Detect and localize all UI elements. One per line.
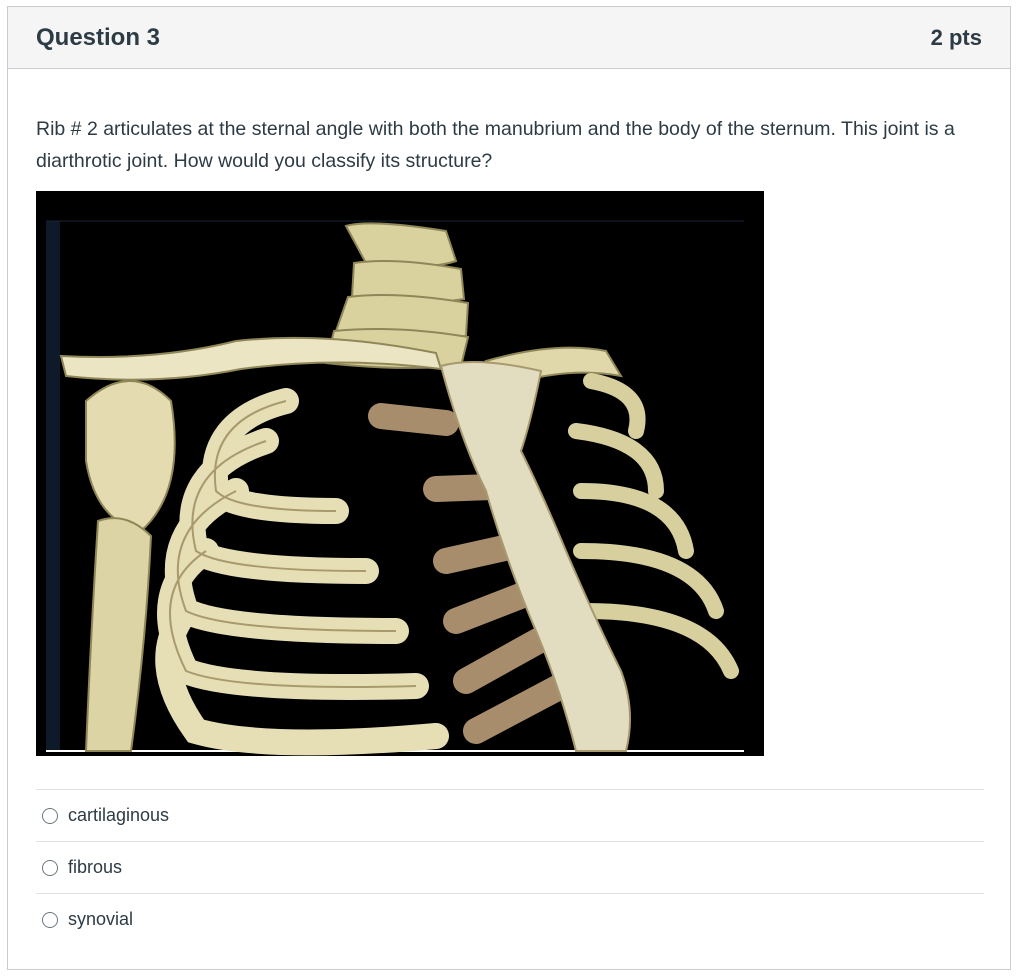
radio-button[interactable] <box>42 807 58 824</box>
answer-label[interactable]: cartilaginous <box>68 805 169 826</box>
question-points: 2 pts <box>930 24 982 50</box>
question-text: Rib # 2 articulates at the sternal angle… <box>36 118 955 172</box>
question-title: Question 3 <box>36 23 161 51</box>
answer-option-synovial[interactable]: synovial <box>36 893 984 945</box>
question-card: Question 3 2 pts Rib # 2 articulates at … <box>7 6 1011 970</box>
answer-list: cartilaginous fibrous synovial <box>36 789 984 945</box>
answer-label[interactable]: fibrous <box>68 857 122 878</box>
answer-label[interactable]: synovial <box>68 909 133 930</box>
answer-option-cartilaginous[interactable]: cartilaginous <box>36 789 984 841</box>
radio-button[interactable] <box>42 911 58 928</box>
answer-option-fibrous[interactable]: fibrous <box>36 841 984 893</box>
radio-button[interactable] <box>42 859 58 876</box>
question-header: Question 3 2 pts <box>8 7 1010 69</box>
thorax-skeleton-image <box>36 191 764 756</box>
question-body: Rib # 2 articulates at the sternal angle… <box>8 113 1010 945</box>
